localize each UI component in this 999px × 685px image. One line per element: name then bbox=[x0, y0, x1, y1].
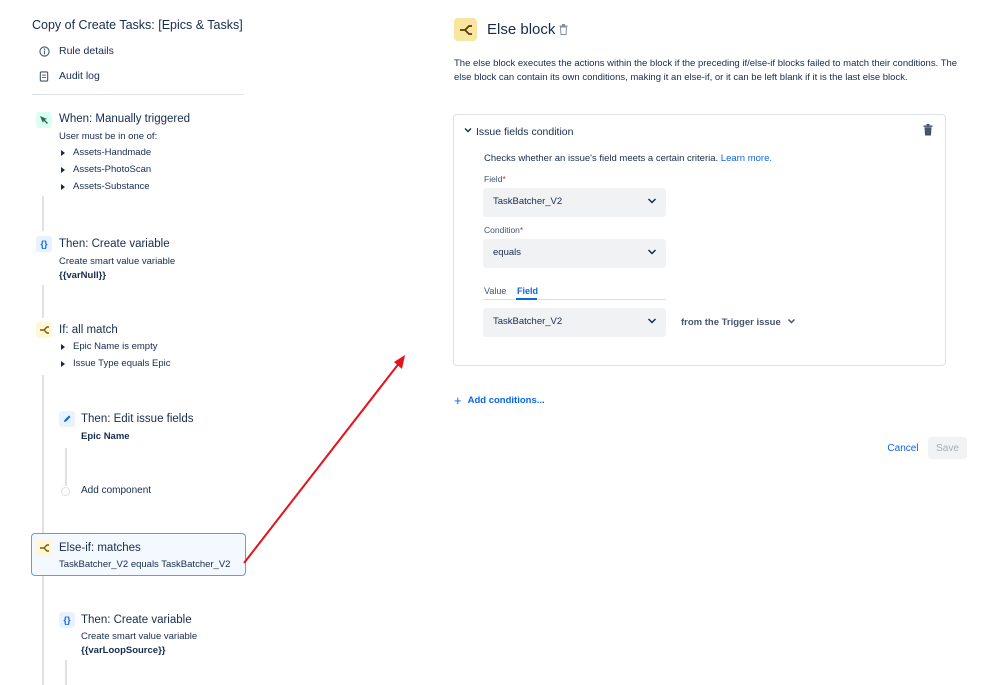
create-variable-title: Then: Create variable bbox=[81, 614, 192, 626]
page-title: Else block bbox=[487, 21, 556, 38]
connector-line bbox=[65, 660, 67, 685]
compare-field-value: TaskBatcher_V2 bbox=[493, 316, 563, 327]
condition-description: Checks whether an issue's field meets a … bbox=[484, 153, 772, 164]
cursor-icon bbox=[36, 112, 52, 128]
trigger-title: When: Manually triggered bbox=[59, 113, 191, 125]
edit-issue-fields-title: Then: Edit issue fields bbox=[81, 413, 194, 425]
required-asterisk: * bbox=[519, 225, 524, 235]
rule-details-label: Rule details bbox=[59, 45, 114, 57]
variable-name: {{varNull}} bbox=[59, 270, 106, 281]
chevron-down-icon bbox=[788, 318, 796, 324]
plus-icon: + bbox=[454, 393, 462, 408]
chevron-down-icon bbox=[646, 314, 658, 328]
condition-card-title[interactable]: Issue fields condition bbox=[476, 126, 573, 138]
variable-name: {{varLoopSource}} bbox=[81, 645, 166, 656]
trigger-groups-list: Assets-Handmade Assets-PhotoScan Assets-… bbox=[61, 144, 151, 195]
field-select[interactable]: TaskBatcher_V2 bbox=[483, 188, 666, 217]
document-icon bbox=[38, 70, 50, 82]
add-conditions-button[interactable]: + Add conditions... bbox=[454, 393, 545, 408]
tab-field[interactable]: Field bbox=[517, 286, 538, 296]
edit-field-name: Epic Name bbox=[81, 431, 130, 442]
save-button[interactable]: Save bbox=[928, 437, 967, 459]
source-issue-dropdown[interactable]: from the Trigger issue bbox=[681, 317, 796, 328]
condition-select[interactable]: equals bbox=[483, 239, 666, 268]
chevron-down-icon[interactable] bbox=[464, 126, 472, 136]
field-label: Field* bbox=[484, 174, 506, 184]
chevron-down-icon bbox=[646, 245, 658, 259]
create-variable-title: Then: Create variable bbox=[59, 238, 170, 250]
field-label-text: Field bbox=[484, 174, 503, 184]
field-select-value: TaskBatcher_V2 bbox=[493, 196, 563, 207]
rule-details-link[interactable]: Rule details bbox=[38, 45, 114, 57]
list-item: Assets-Substance bbox=[61, 178, 151, 195]
branch-icon bbox=[36, 540, 52, 556]
list-item: Issue Type equals Epic bbox=[61, 355, 171, 372]
sidebar-divider bbox=[32, 94, 244, 95]
else-block-description: The else block executes the actions with… bbox=[454, 58, 958, 83]
rule-sidebar: Copy of Create Tasks: [Epics & Tasks] Ru… bbox=[0, 0, 255, 685]
condition-label-text: Condition bbox=[484, 225, 520, 235]
if-block-title: If: all match bbox=[59, 324, 118, 336]
list-item: Epic Name is empty bbox=[61, 338, 171, 355]
create-variable-subtitle: Create smart value variable bbox=[81, 631, 198, 642]
trigger-subtitle: User must be in one of: bbox=[59, 131, 158, 142]
connector-line bbox=[42, 375, 44, 533]
list-item: Assets-Handmade bbox=[61, 144, 151, 161]
braces-icon: {} bbox=[36, 236, 52, 252]
condition-select-value: equals bbox=[493, 247, 521, 258]
pencil-icon bbox=[59, 411, 75, 427]
branch-icon bbox=[36, 322, 52, 338]
connector-line bbox=[42, 196, 44, 231]
rule-title: Copy of Create Tasks: [Epics & Tasks] bbox=[32, 18, 243, 32]
add-component-dot bbox=[61, 487, 70, 496]
else-if-subtitle: TaskBatcher_V2 equals TaskBatcher_V2 bbox=[59, 559, 231, 570]
create-variable-subtitle: Create smart value variable bbox=[59, 256, 176, 267]
arrow-head bbox=[394, 355, 405, 369]
trash-icon[interactable] bbox=[923, 124, 935, 136]
required-asterisk: * bbox=[502, 174, 506, 184]
info-icon bbox=[38, 45, 50, 57]
else-if-title: Else-if: matches bbox=[59, 542, 141, 554]
branch-icon bbox=[454, 18, 477, 41]
if-conditions-list: Epic Name is empty Issue Type equals Epi… bbox=[61, 338, 171, 372]
learn-more-link[interactable]: Learn more. bbox=[721, 153, 772, 164]
add-conditions-label: Add conditions... bbox=[467, 395, 545, 406]
chevron-down-icon bbox=[646, 194, 658, 208]
condition-label: Condition* bbox=[484, 225, 523, 235]
tab-value[interactable]: Value bbox=[484, 286, 506, 296]
audit-log-label: Audit log bbox=[59, 70, 100, 82]
audit-log-link[interactable]: Audit log bbox=[38, 70, 100, 82]
connector-line bbox=[42, 576, 44, 685]
connector-line bbox=[42, 285, 44, 318]
source-issue-label: from the Trigger issue bbox=[681, 317, 781, 328]
braces-icon: {} bbox=[59, 612, 75, 628]
arrow-shaft bbox=[243, 361, 401, 564]
active-tab-indicator bbox=[516, 298, 537, 300]
compare-field-select[interactable]: TaskBatcher_V2 bbox=[483, 308, 666, 337]
trash-icon[interactable] bbox=[559, 24, 569, 35]
condition-description-text: Checks whether an issue's field meets a … bbox=[484, 153, 719, 164]
add-component-button[interactable]: Add component bbox=[81, 485, 151, 496]
list-item: Assets-PhotoScan bbox=[61, 161, 151, 178]
tab-divider bbox=[483, 299, 666, 300]
cancel-button[interactable]: Cancel bbox=[884, 437, 922, 459]
connector-line bbox=[65, 448, 67, 486]
